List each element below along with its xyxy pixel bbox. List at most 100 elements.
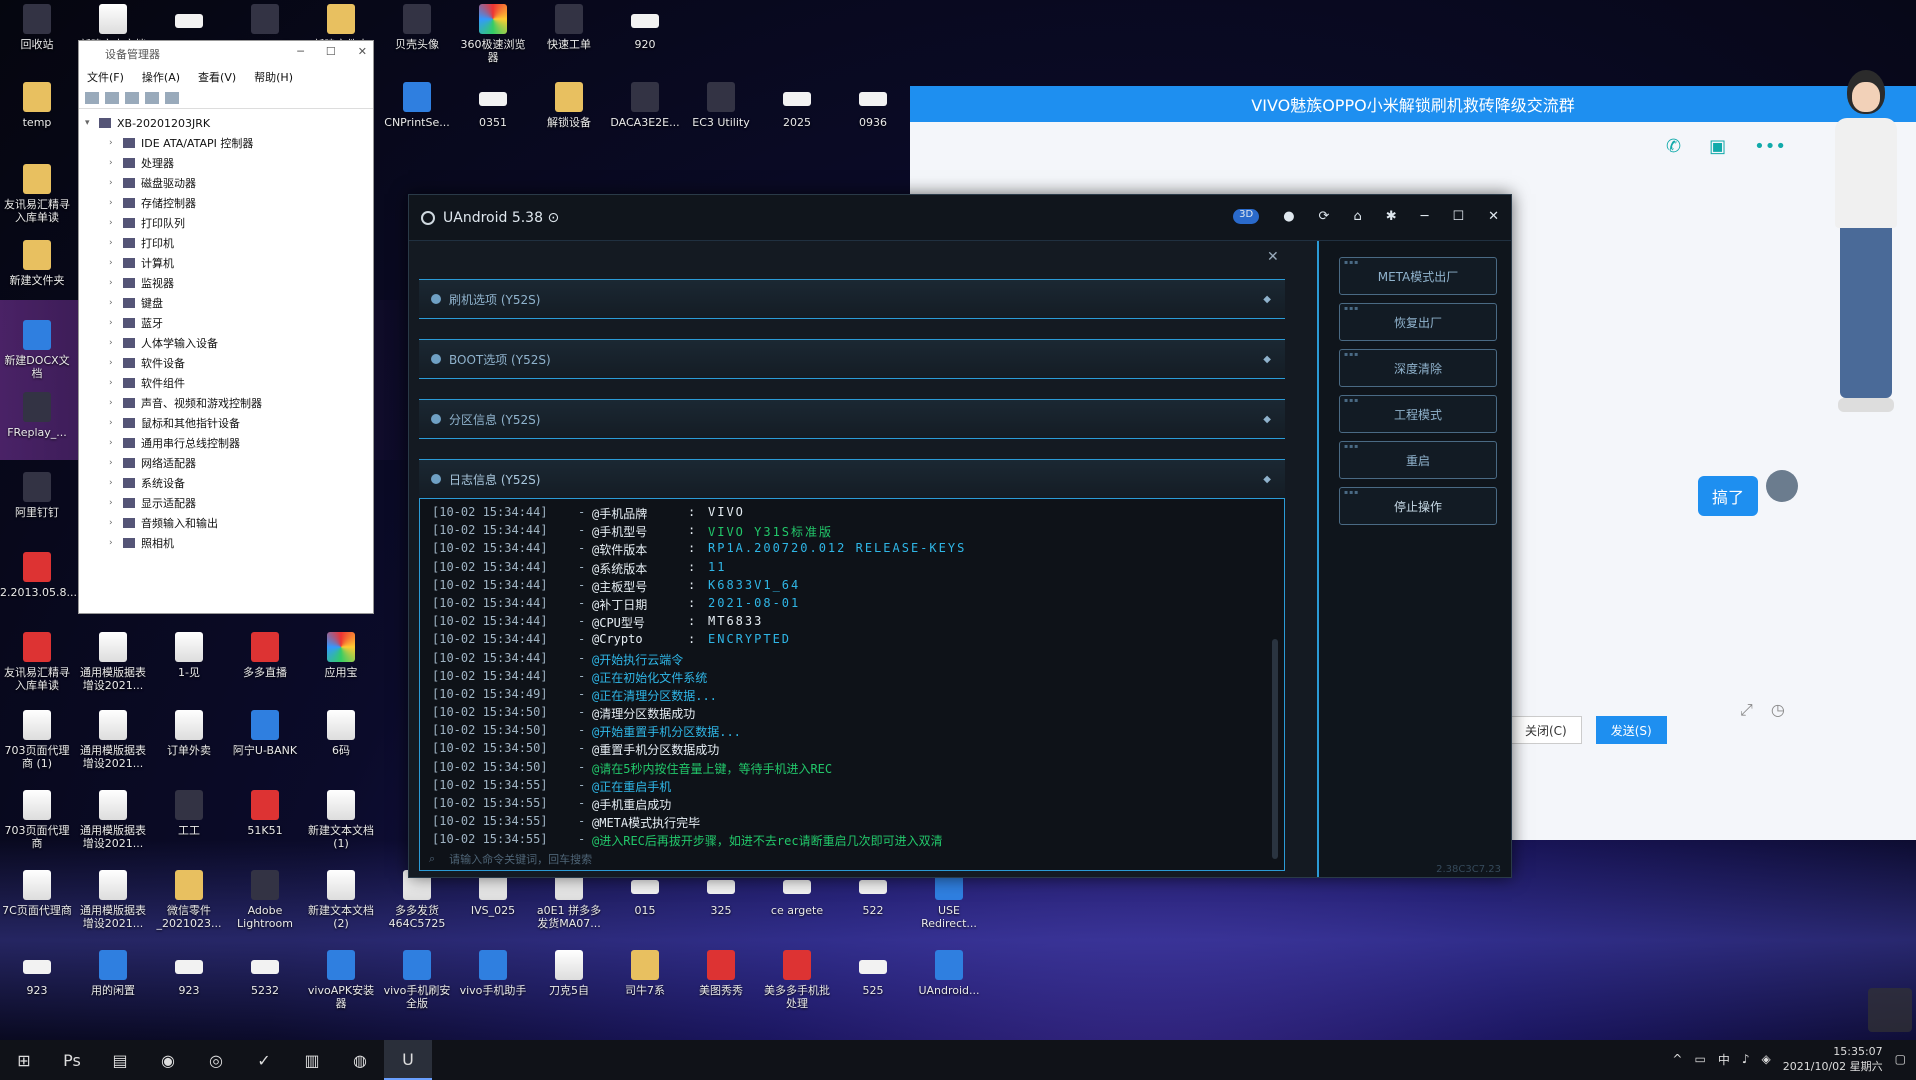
back-icon[interactable]: [85, 91, 99, 104]
desktop-icon[interactable]: 0351: [456, 82, 530, 129]
floating-widget[interactable]: [1868, 988, 1912, 1032]
device-tree-item[interactable]: › 软件组件: [85, 373, 367, 393]
minimize-icon[interactable]: ─: [297, 45, 304, 58]
expand-icon[interactable]: ⤢: [1740, 700, 1753, 720]
device-tree-item[interactable]: › 声音、视频和游戏控制器: [85, 393, 367, 413]
device-tree-item[interactable]: › 处理器: [85, 153, 367, 173]
device-tree[interactable]: ▾ XB-20201203JRK › IDE ATA/ATAPI 控制器 › 处理器 ›…: [79, 109, 373, 557]
chevron-right-icon[interactable]: ›: [109, 198, 117, 208]
device-manager-titlebar[interactable]: 设备管理器 ─ ☐ ✕: [79, 41, 373, 67]
more-icon[interactable]: •••: [1754, 136, 1786, 157]
desktop-icon[interactable]: 通用模版据表增设2021...: [76, 870, 150, 930]
desktop-icon[interactable]: 解锁设备: [532, 82, 606, 129]
desktop-icon[interactable]: 1-见: [152, 632, 226, 679]
desktop-icon[interactable]: a0E1 拼多多发货MA07...: [532, 870, 606, 930]
desktop-icon[interactable]: 923: [0, 950, 74, 997]
start-icon[interactable]: ⊞: [0, 1040, 48, 1080]
device-tree-item[interactable]: › 磁盘驱动器: [85, 173, 367, 193]
device-tree-item[interactable]: › 打印机: [85, 233, 367, 253]
chevron-down-icon[interactable]: ◆: [1263, 294, 1271, 305]
desktop-icon[interactable]: 回收站: [0, 4, 74, 51]
desktop-icon[interactable]: 7C页面代理商: [0, 870, 74, 917]
desktop-icon[interactable]: 360极速浏览器: [456, 4, 530, 64]
reboot-button[interactable]: 重启: [1339, 441, 1497, 479]
device-tree-item[interactable]: › 网络适配器: [85, 453, 367, 473]
phone-icon[interactable]: ✆: [1666, 136, 1681, 157]
desktop-icon[interactable]: 703页面代理商 (1): [0, 710, 74, 770]
log-scrollbar[interactable]: [1272, 639, 1278, 859]
desktop-icon[interactable]: 美多多手机批处理: [760, 950, 834, 1010]
desktop-icon[interactable]: 用的闲置: [76, 950, 150, 997]
chevron-right-icon[interactable]: ›: [109, 298, 117, 308]
close-button[interactable]: 关闭(C): [1510, 716, 1582, 744]
device-tree-item[interactable]: › 监视器: [85, 273, 367, 293]
desktop-icon[interactable]: 5232: [228, 950, 302, 997]
uandroid-taskbar-icon[interactable]: U: [384, 1040, 432, 1080]
desktop-icon[interactable]: CNPrintSe...: [380, 82, 454, 129]
refresh-icon[interactable]: ⟳: [1319, 209, 1330, 224]
desktop-icon[interactable]: 应用宝: [304, 632, 378, 679]
chevron-down-icon[interactable]: ◆: [1263, 414, 1271, 425]
desktop-icon[interactable]: 阿宁U-BANK: [228, 710, 302, 757]
section-log-info[interactable]: 日志信息 (Y52S) ◆: [419, 459, 1285, 499]
desktop-icon[interactable]: vivoAPK安装器: [304, 950, 378, 1010]
desktop-icon[interactable]: vivo手机助手: [456, 950, 530, 997]
device-tree-root[interactable]: ▾ XB-20201203JRK: [85, 113, 367, 133]
device-tree-item[interactable]: › 通用串行总线控制器: [85, 433, 367, 453]
volume-icon[interactable]: ♪: [1742, 1052, 1750, 1066]
desktop-icon[interactable]: 刀克5自: [532, 950, 606, 997]
history-icon[interactable]: ◷: [1771, 700, 1785, 720]
device-tree-item[interactable]: › 显示适配器: [85, 493, 367, 513]
device-tree-item[interactable]: › 计算机: [85, 253, 367, 273]
maximize-icon[interactable]: ☐: [1452, 209, 1464, 224]
help-icon[interactable]: [145, 91, 159, 104]
factory-reset-button[interactable]: 恢复出厂: [1339, 303, 1497, 341]
desktop-icon[interactable]: 525: [836, 950, 910, 997]
desktop-icon[interactable]: 2025: [760, 82, 834, 129]
menu-file[interactable]: 文件(F): [87, 69, 124, 85]
menu-help[interactable]: 帮助(H): [254, 69, 293, 85]
desktop-icon[interactable]: 51K51: [228, 790, 302, 837]
desktop-icon[interactable]: 工工: [152, 790, 226, 837]
section-boot-options[interactable]: BOOT选项 (Y52S) ◆: [419, 339, 1285, 379]
globe-icon[interactable]: ◍: [336, 1040, 384, 1080]
desktop-icon[interactable]: 新建DOCX文档: [0, 320, 74, 380]
chevron-right-icon[interactable]: ›: [109, 178, 117, 188]
chevron-right-icon[interactable]: ›: [109, 438, 117, 448]
forward-icon[interactable]: [105, 91, 119, 104]
desktop-icon[interactable]: USE Redirect...: [912, 870, 986, 930]
chevron-right-icon[interactable]: ›: [109, 278, 117, 288]
chevron-right-icon[interactable]: ›: [109, 338, 117, 348]
chevron-right-icon[interactable]: ›: [109, 158, 117, 168]
chevron-up-icon[interactable]: ^: [1672, 1052, 1682, 1066]
maximize-icon[interactable]: ☐: [326, 45, 336, 58]
stop-button[interactable]: 停止操作: [1339, 487, 1497, 525]
section-flash-options[interactable]: 刷机选项 (Y52S) ◆: [419, 279, 1285, 319]
desktop-icon[interactable]: vivo手机刷安全版: [380, 950, 454, 1010]
photoshop-icon[interactable]: Ps: [48, 1040, 96, 1080]
chevron-right-icon[interactable]: ›: [109, 418, 117, 428]
desktop-icon[interactable]: 阿里钉钉: [0, 472, 74, 519]
panel-close-icon[interactable]: ✕: [1267, 249, 1279, 265]
log-panel[interactable]: [10-02 15:34:44] - @手机品牌: VIVO [10-02 15:34:…: [419, 499, 1285, 871]
desktop-icon[interactable]: 贝壳头像: [380, 4, 454, 51]
chevron-down-icon[interactable]: ◆: [1263, 354, 1271, 365]
chevron-right-icon[interactable]: ›: [109, 478, 117, 488]
send-button[interactable]: 发送(S): [1595, 716, 1667, 744]
desktop-icon[interactable]: 通用模版据表增设2021...: [76, 790, 150, 850]
home-icon[interactable]: ⌂: [1353, 209, 1361, 224]
desktop-icon[interactable]: 司牛7系: [608, 950, 682, 997]
device-tree-item[interactable]: › 键盘: [85, 293, 367, 313]
desktop-icon[interactable]: 美图秀秀: [684, 950, 758, 997]
device-tree-item[interactable]: › 照相机: [85, 533, 367, 553]
desktop-icon[interactable]: 2.2013.05.8...: [0, 552, 77, 599]
section-partition-info[interactable]: 分区信息 (Y52S) ◆: [419, 399, 1285, 439]
search-bar[interactable]: ⌕ 请输入命令关键词，回车搜索: [419, 847, 1285, 871]
device-tree-item[interactable]: › 音频输入和输出: [85, 513, 367, 533]
desktop-icon[interactable]: 快速工单: [532, 4, 606, 51]
properties-icon[interactable]: [125, 91, 139, 104]
device-tree-item[interactable]: › 蓝牙: [85, 313, 367, 333]
chevron-right-icon[interactable]: ›: [109, 138, 117, 148]
chevron-right-icon[interactable]: ›: [109, 218, 117, 228]
avatar[interactable]: [1766, 470, 1798, 502]
